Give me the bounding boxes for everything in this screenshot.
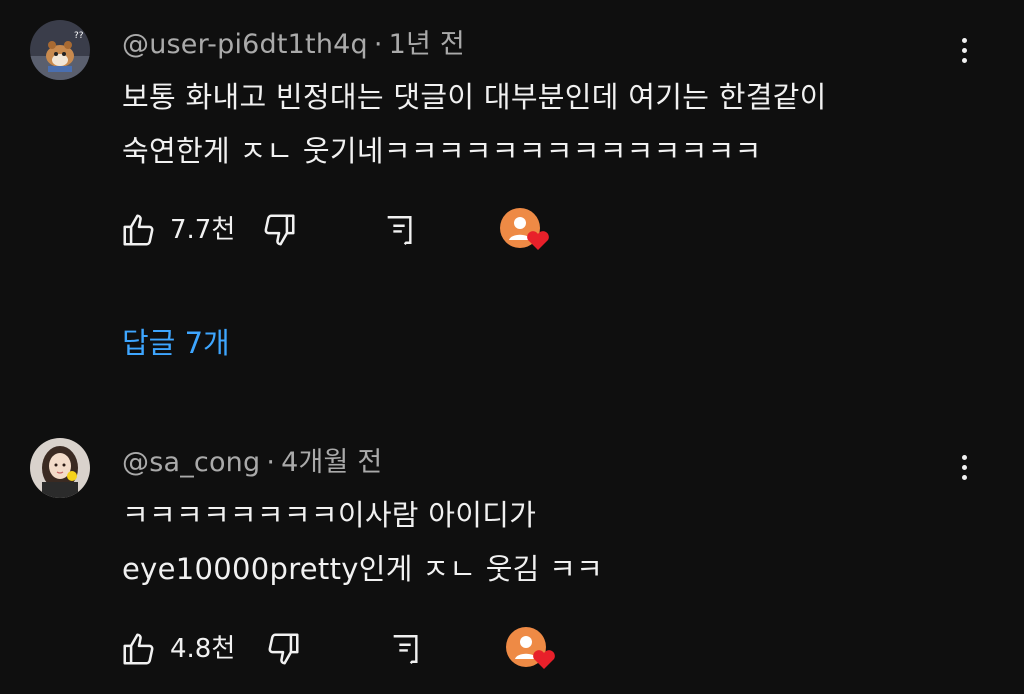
- comment-actions: 4.8천: [120, 627, 580, 671]
- kebab-dot: [961, 474, 967, 480]
- kebab-icon: [961, 454, 967, 460]
- comment-text-line-2: eye10000pretty인게 ㅈㄴ 웃김 ㅋㅋ: [122, 552, 604, 586]
- author-name[interactable]: @sa_cong: [122, 447, 260, 478]
- comment-2: @sa_cong · 4개월 전 ㅋㅋㅋㅋㅋㅋㅋㅋ이사람 아이디가 eye10000…: [0, 0, 1024, 694]
- like-button[interactable]: [120, 627, 160, 671]
- author-avatar[interactable]: [30, 438, 90, 498]
- reply-icon: [393, 635, 418, 665]
- girl-avatar-icon: [30, 438, 90, 498]
- reply-button[interactable]: [388, 627, 428, 671]
- kebab-dot: [961, 464, 967, 470]
- comment-time: 4개월 전: [281, 447, 383, 478]
- comment-meta: @sa_cong · 4개월 전: [122, 440, 382, 479]
- meta-separator: ·: [266, 447, 276, 478]
- like-count: 4.8천: [170, 634, 236, 664]
- comment-text-line-1: ㅋㅋㅋㅋㅋㅋㅋㅋ이사람 아이디가: [122, 498, 537, 532]
- creator-heart: [506, 627, 558, 671]
- creator-heart-icon: [506, 627, 555, 669]
- thumbs-up-icon: [123, 633, 154, 665]
- thumbs-down-icon: [268, 633, 299, 665]
- dislike-button[interactable]: [264, 627, 304, 671]
- more-options-button[interactable]: [950, 447, 978, 487]
